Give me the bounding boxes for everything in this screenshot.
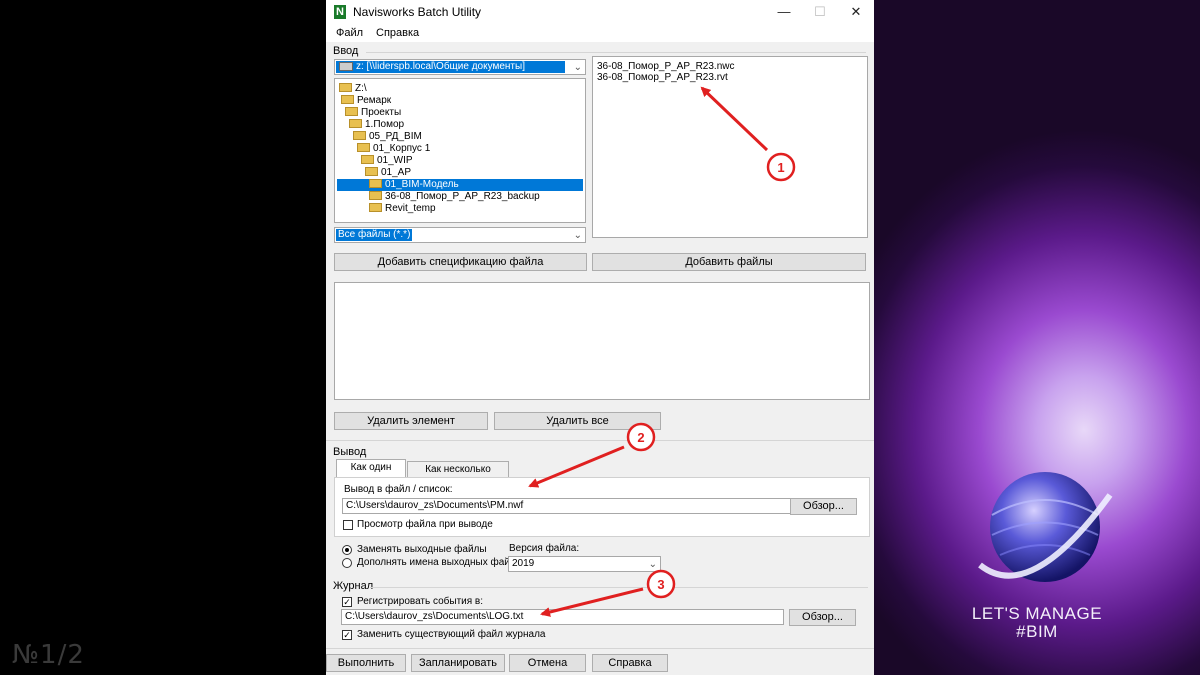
delete-all-button[interactable]: Удалить все	[494, 412, 661, 430]
file-item[interactable]: 36-08_Помор_P_AP_R23.nwc	[597, 61, 735, 72]
output-path-value: C:\Users\daurov_zs\Documents\PM.nwf	[346, 500, 524, 511]
output-tab-panel: Вывод в файл / список: C:\Users\daurov_z…	[334, 477, 870, 537]
chevron-down-icon: ⌄	[573, 230, 582, 241]
folder-open-icon	[353, 130, 366, 140]
tree-node[interactable]: 01_AP	[365, 166, 411, 179]
navisworks-app-icon: N	[334, 5, 346, 19]
log-browse-button[interactable]: Обзор...	[789, 609, 856, 626]
append-output-radio[interactable]	[342, 558, 352, 568]
input-group-label: Ввод	[333, 45, 359, 57]
maximize-button[interactable]: ☐	[802, 0, 838, 24]
folder-open-icon	[349, 118, 362, 128]
folder-open-icon	[361, 154, 374, 164]
tree-node[interactable]: 01_Корпус 1	[357, 142, 430, 155]
register-events-label: Регистрировать события в:	[357, 596, 484, 607]
brand-text: LET'S MANAGE #BIM	[874, 605, 1200, 641]
drive-select[interactable]: z: [\\liderspb.local\Общие документы] ⌄	[334, 59, 586, 75]
tree-node[interactable]: Revit_temp	[369, 202, 436, 215]
menu-bar: Файл Справка	[326, 24, 874, 42]
file-item[interactable]: 36-08_Помор_P_AP_R23.rvt	[597, 72, 728, 83]
menu-file[interactable]: Файл	[336, 27, 363, 39]
add-files-button[interactable]: Добавить файлы	[592, 253, 866, 271]
folder-open-icon	[365, 166, 378, 176]
globe-logo	[970, 455, 1120, 605]
file-filter-select[interactable]: Все файлы (*.*) ⌄	[334, 227, 586, 243]
output-path-label: Вывод в файл / список:	[344, 484, 453, 495]
tree-node[interactable]: Проекты	[345, 106, 401, 119]
output-path-input[interactable]: C:\Users\daurov_zs\Documents\PM.nwf	[342, 498, 792, 514]
tree-node[interactable]: 01_WIP	[361, 154, 413, 167]
folder-open-icon	[357, 142, 370, 152]
slide-counter: №1/2	[12, 640, 85, 670]
output-divider	[326, 440, 874, 441]
overwrite-log-label: Заменить существующий файл журнала	[357, 629, 546, 640]
cancel-button[interactable]: Отмена	[509, 654, 586, 672]
replace-output-label: Заменять выходные файлы	[357, 544, 487, 555]
chevron-down-icon: ⌄	[648, 559, 657, 570]
file-list[interactable]: 36-08_Помор_P_AP_R23.nwc 36-08_Помор_P_A…	[592, 56, 868, 238]
log-path-value: C:\Users\daurov_zs\Documents\LOG.txt	[345, 611, 524, 622]
brand-line-1: LET'S MANAGE	[971, 604, 1103, 623]
tree-node[interactable]: 05_РД_BIM	[353, 130, 422, 143]
chevron-down-icon: ⌄	[573, 62, 582, 73]
file-version-label: Версия файла:	[509, 543, 580, 554]
replace-output-radio[interactable]	[342, 545, 352, 555]
folder-open-icon	[369, 178, 382, 188]
tree-node-selected[interactable]: 01_BIM-Модель	[337, 178, 583, 191]
input-divider	[366, 52, 866, 53]
delete-item-button[interactable]: Удалить элемент	[334, 412, 488, 430]
log-path-input[interactable]: C:\Users\daurov_zs\Documents\LOG.txt	[341, 609, 784, 625]
output-group-label: Вывод	[333, 446, 367, 458]
register-events-checkbox[interactable]: ✓	[342, 597, 352, 607]
minimize-button[interactable]: —	[766, 0, 802, 24]
overwrite-log-checkbox[interactable]: ✓	[342, 630, 352, 640]
help-button[interactable]: Справка	[592, 654, 668, 672]
schedule-button[interactable]: Запланировать	[411, 654, 505, 672]
title-bar: N Navisworks Batch Utility — ☐ ✕	[326, 0, 874, 24]
output-browse-button[interactable]: Обзор...	[790, 498, 857, 515]
file-filter-value: Все файлы (*.*)	[336, 229, 413, 241]
tree-node[interactable]: Z:\	[339, 82, 367, 95]
folder-icon	[369, 190, 382, 200]
drive-select-value: z: [\\liderspb.local\Общие документы]	[336, 61, 565, 73]
folder-open-icon	[341, 94, 354, 104]
brand-panel: LET'S MANAGE #BIM	[874, 0, 1200, 675]
window-title: Navisworks Batch Utility	[353, 5, 482, 19]
menu-help[interactable]: Справка	[376, 27, 419, 39]
folder-icon	[339, 82, 352, 92]
file-version-value: 2019	[512, 558, 535, 569]
brand-line-2: #BIM	[1016, 622, 1058, 641]
tree-node[interactable]: 1.Помор	[349, 118, 404, 131]
add-file-spec-button[interactable]: Добавить спецификацию файла	[334, 253, 587, 271]
folder-tree[interactable]: Z:\ Ремарк Проекты 1.Помор 05_РД_BIM 01_…	[334, 78, 586, 223]
log-divider	[370, 587, 868, 588]
view-on-output-label: Просмотр файла при выводе	[357, 519, 493, 530]
append-output-label: Дополнять имена выходных файлов	[357, 557, 527, 568]
close-button[interactable]: ✕	[838, 0, 874, 24]
selected-files-list[interactable]	[334, 282, 870, 400]
tab-single-file[interactable]: Как один файл	[336, 459, 406, 489]
folder-open-icon	[345, 106, 358, 116]
tab-multiple-files[interactable]: Как несколько файлов	[407, 461, 509, 491]
batch-utility-window: N Navisworks Batch Utility — ☐ ✕ Файл Сп…	[326, 0, 874, 675]
footer-divider	[326, 648, 874, 649]
network-drive-icon	[339, 61, 353, 71]
run-button[interactable]: Выполнить	[326, 654, 406, 672]
tree-node[interactable]: 36-08_Помор_P_AP_R23_backup	[369, 190, 540, 203]
tree-node[interactable]: Ремарк	[341, 94, 391, 107]
folder-icon	[369, 202, 382, 212]
file-version-select[interactable]: 2019 ⌄	[508, 556, 661, 572]
log-group-label: Журнал	[333, 580, 374, 592]
view-on-output-checkbox[interactable]	[343, 520, 353, 530]
